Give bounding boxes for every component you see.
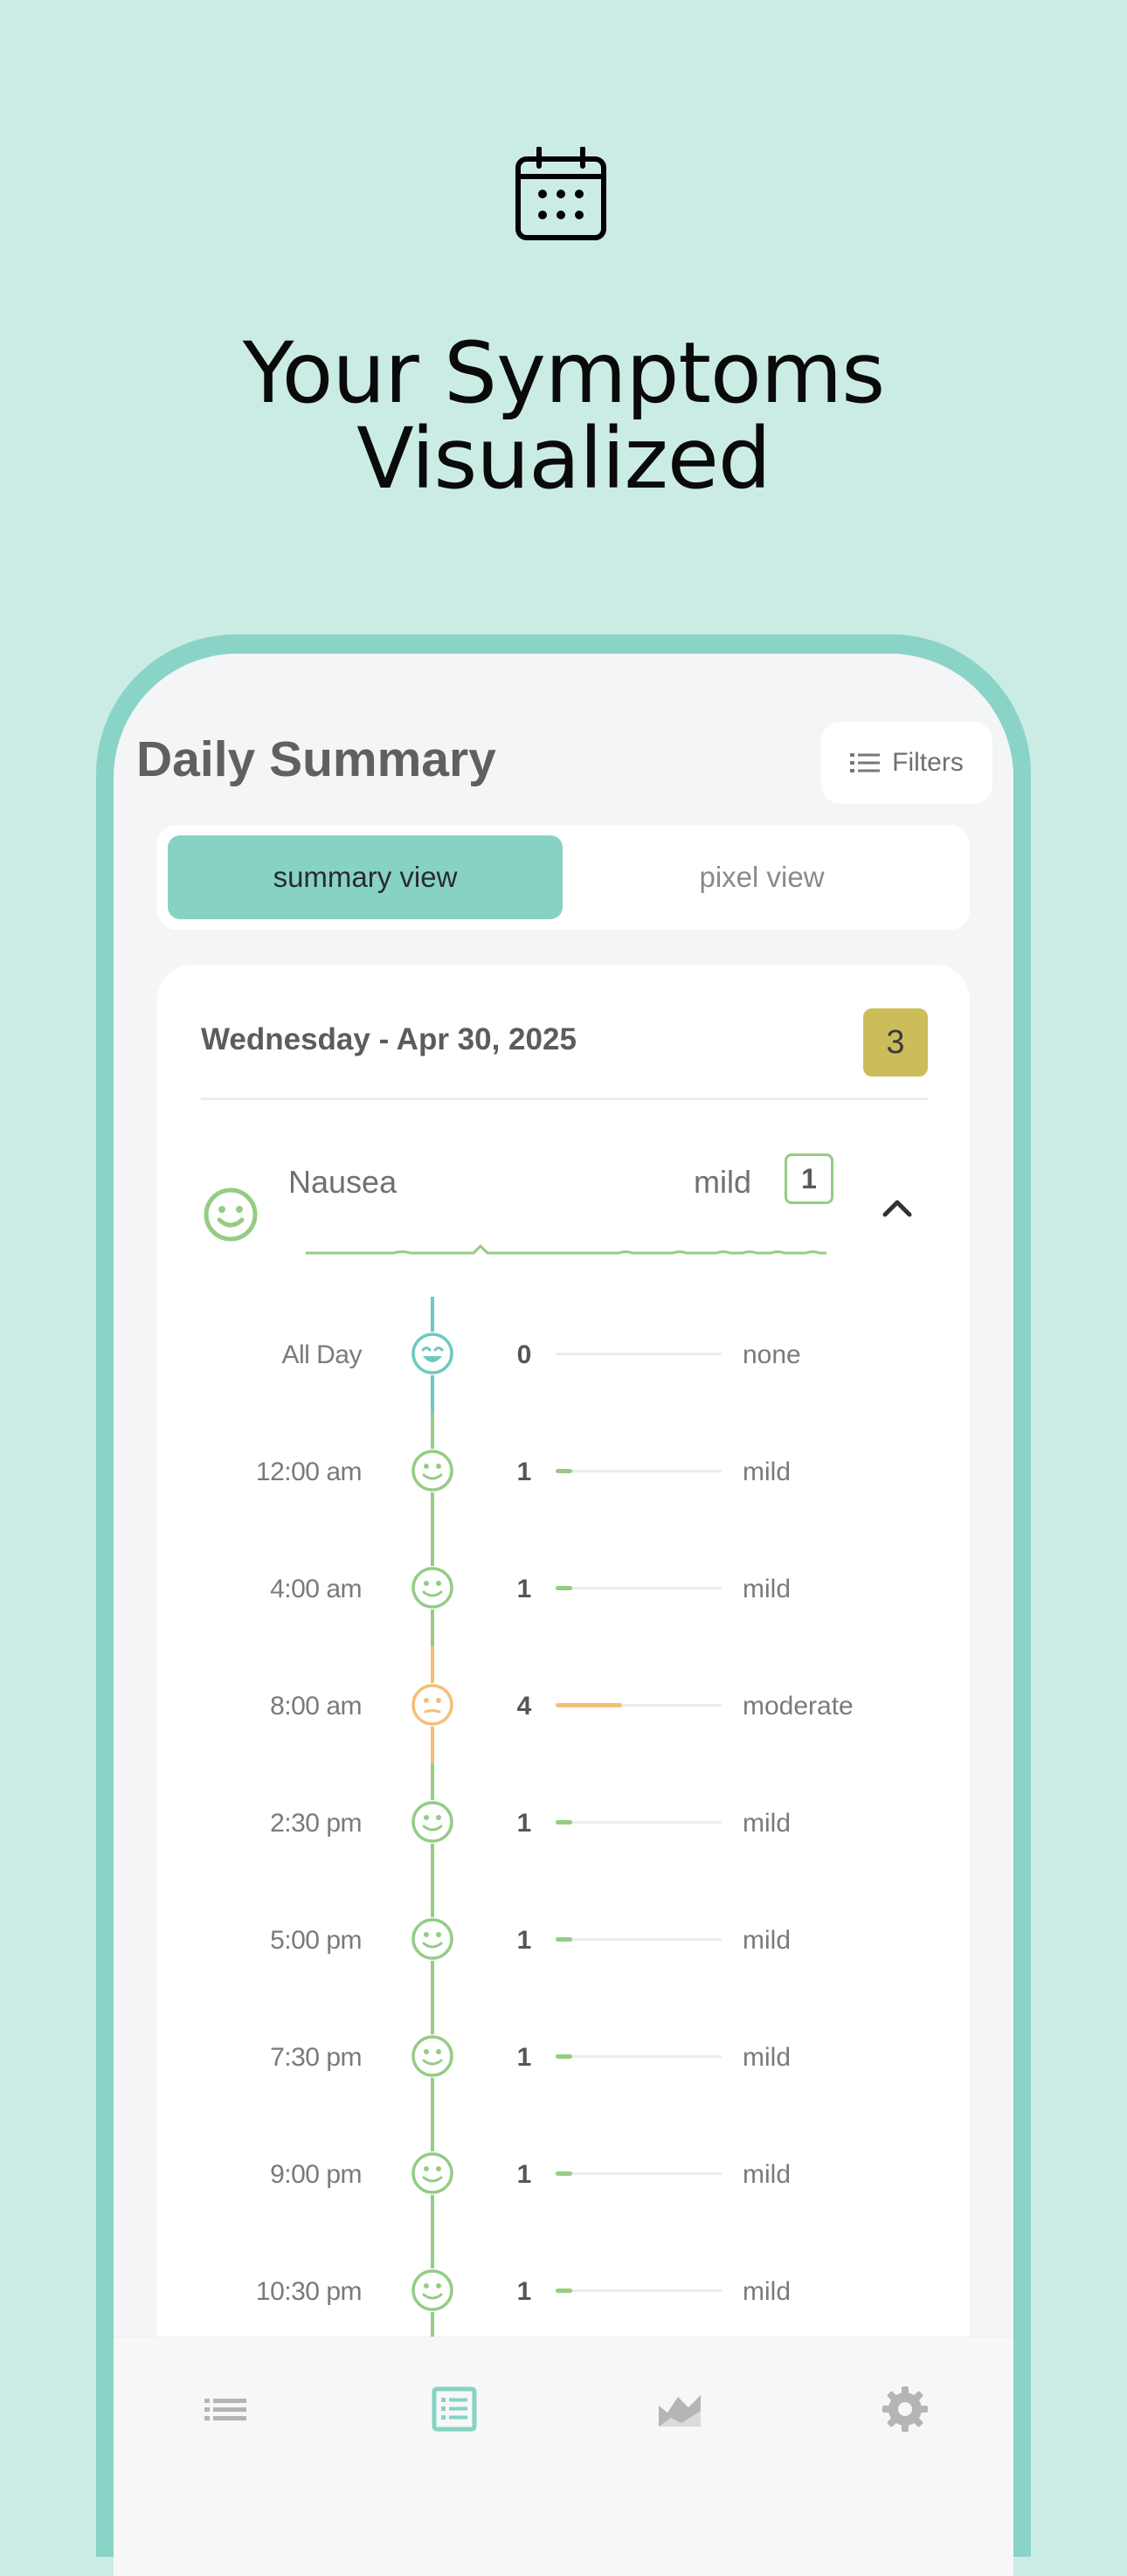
severity-bar (556, 2054, 722, 2059)
list-icon[interactable] (201, 2385, 250, 2434)
view-toggle: summary view pixel view (157, 825, 970, 930)
timeline-time: 4:00 am (270, 1575, 362, 1603)
severity-bar-fill (556, 2171, 572, 2176)
timeline-value: 1 (516, 2277, 532, 2306)
timeline-row[interactable]: 5:00 pm 1 mild (157, 1882, 970, 1999)
timeline-time: 10:30 pm (255, 2277, 363, 2306)
timeline-value: 0 (516, 1340, 532, 1369)
symptom-count-badge: 3 (863, 1008, 928, 1077)
divider (201, 1098, 928, 1100)
timeline-time: 7:30 pm (270, 2043, 362, 2072)
timeline-value: 1 (516, 1926, 532, 1955)
filters-label: Filters (892, 748, 964, 777)
page-title: Daily Summary (136, 731, 496, 787)
symptom-name[interactable]: Nausea (288, 1164, 397, 1201)
timeline-severity-label: moderate (743, 1692, 854, 1721)
list-icon (850, 753, 881, 772)
severity-bar (556, 1820, 722, 1825)
timeline-row[interactable]: 12:00 am 1 mild (157, 1414, 970, 1531)
timeline-value: 1 (516, 1458, 532, 1486)
timeline-time: 5:00 pm (270, 1926, 362, 1955)
grin-face-icon (411, 1332, 454, 1375)
timeline-row[interactable]: 8:00 am 4 moderate (157, 1648, 970, 1765)
smile-face-icon (411, 1566, 454, 1610)
timeline-severity-label: none (743, 1340, 801, 1369)
severity-bar-fill (556, 1820, 572, 1825)
severity-bar (556, 1937, 722, 1942)
summary-view-tab[interactable]: summary view (168, 835, 563, 919)
timeline-severity-label: mild (743, 2160, 792, 2189)
timeline-severity-label: mild (743, 1575, 792, 1603)
filters-button[interactable]: Filters (821, 722, 992, 804)
pixel-view-tab[interactable]: pixel view (564, 835, 959, 919)
timeline-value: 1 (516, 1809, 532, 1838)
chevron-up-icon[interactable] (882, 1197, 912, 1218)
severity-bar (556, 1469, 722, 1473)
smile-face-icon (411, 2268, 454, 2312)
smile-face-icon (411, 1449, 454, 1492)
hero-title-line2: Visualized (356, 410, 771, 508)
smile-face-icon (204, 1188, 258, 1242)
timeline-time: All Day (281, 1340, 362, 1369)
severity-bar-fill (556, 1586, 572, 1590)
neutral-face-icon (411, 1683, 454, 1727)
smile-face-icon (411, 2151, 454, 2195)
timeline-value: 1 (516, 2160, 532, 2189)
timeline-row[interactable]: 9:00 pm 1 mild (157, 2116, 970, 2233)
smile-face-icon (411, 1917, 454, 1961)
severity-bar (556, 2171, 722, 2176)
timeline-severity-label: mild (743, 2277, 792, 2306)
gear-icon[interactable] (881, 2385, 930, 2434)
hero-title: Your Symptoms Visualized (0, 330, 1127, 502)
hero-title-line1: Your Symptoms (242, 324, 886, 422)
day-title: Wednesday - Apr 30, 2025 (201, 1022, 577, 1056)
severity-bar-fill (556, 1469, 572, 1473)
severity-bar (556, 1353, 722, 1355)
severity-bar (556, 2289, 722, 2293)
daily-summary-icon[interactable] (430, 2385, 479, 2434)
day-card: Wednesday - Apr 30, 2025 3 Nausea mild 1… (157, 965, 970, 2576)
timeline-severity-label: mild (743, 1809, 792, 1838)
timeline-row[interactable]: All Day 0 none (157, 1297, 970, 1414)
timeline-value: 1 (516, 2043, 532, 2072)
severity-bar (556, 1703, 722, 1707)
phone-frame: Daily Summary Filters summary view pixel… (96, 634, 1031, 2576)
timeline-severity-label: mild (743, 1926, 792, 1955)
timeline-severity-label: mild (743, 1458, 792, 1486)
timeline-row[interactable]: 10:30 pm 1 mild (157, 2233, 970, 2351)
severity-bar-fill (556, 1937, 572, 1942)
smile-face-icon (411, 2034, 454, 2078)
timeline-row[interactable]: 4:00 am 1 mild (157, 1531, 970, 1648)
timeline-severity-label: mild (743, 2043, 792, 2072)
timeline-value: 4 (516, 1692, 532, 1721)
severity-bar-fill (556, 2289, 572, 2293)
symptom-sparkline (306, 1243, 826, 1255)
timeline-time: 8:00 am (270, 1692, 362, 1721)
timeline-time: 2:30 pm (270, 1809, 362, 1838)
chart-icon[interactable] (655, 2385, 704, 2434)
symptom-severity: mild (694, 1164, 752, 1200)
app-screen: Daily Summary Filters summary view pixel… (114, 654, 1013, 2576)
timeline-row[interactable]: 7:30 pm 1 mild (157, 1999, 970, 2116)
smile-face-icon (411, 1800, 454, 1844)
symptom-score-badge: 1 (785, 1153, 833, 1204)
timeline-time: 9:00 pm (270, 2160, 362, 2189)
severity-bar (556, 1586, 722, 1590)
calendar-icon (515, 147, 606, 240)
severity-bar-fill (556, 1703, 622, 1707)
bottom-nav (114, 2337, 1013, 2576)
severity-bar-fill (556, 2054, 572, 2059)
timeline-time: 12:00 am (255, 1458, 363, 1486)
timeline-row[interactable]: 2:30 pm 1 mild (157, 1765, 970, 1882)
timeline-value: 1 (516, 1575, 532, 1603)
